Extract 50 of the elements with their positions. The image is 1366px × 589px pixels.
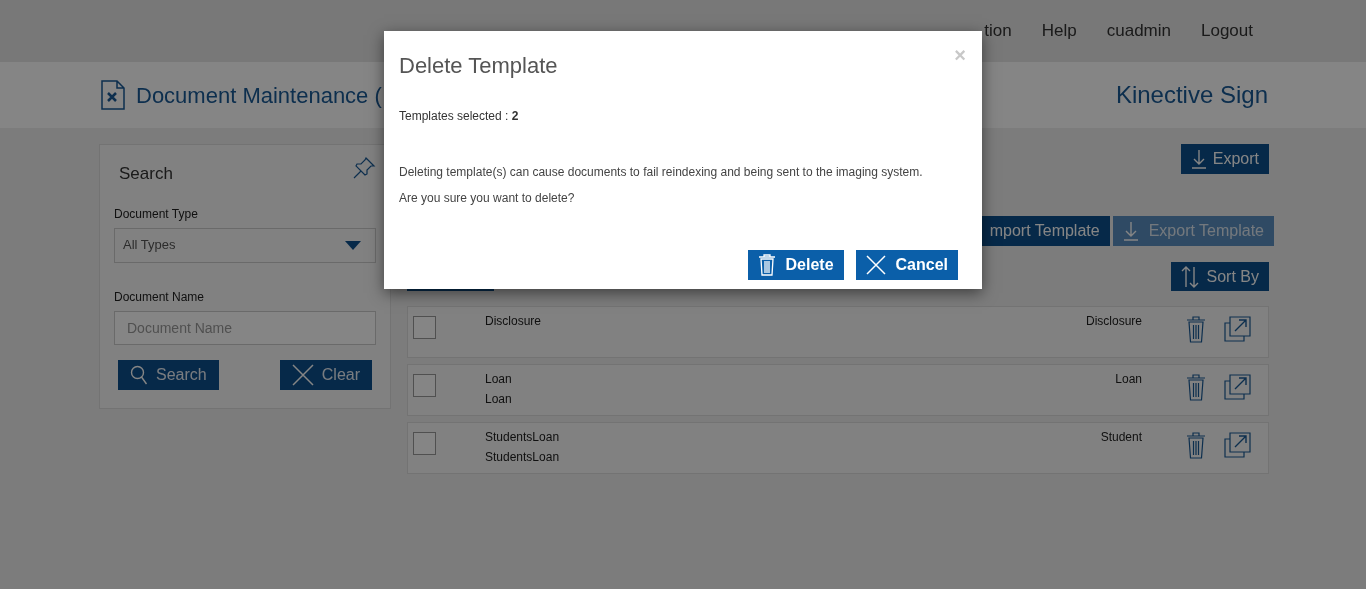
close-icon bbox=[865, 255, 886, 275]
page-title: Document Maintenance ( bbox=[136, 81, 382, 110]
external-link-icon[interactable] bbox=[1224, 316, 1251, 342]
dialog-message: Are you sure you want to delete? bbox=[399, 190, 576, 207]
dialog-message: Deleting template(s) can cause documents to fail reindexing and being sent to the imaging system. bbox=[399, 164, 924, 181]
nav-link[interactable]: tion bbox=[984, 18, 1012, 44]
clear-button[interactable]: Clear bbox=[279, 359, 372, 390]
template-type: Student bbox=[1100, 430, 1142, 445]
template-type: Disclosure bbox=[1086, 314, 1142, 329]
field-label: Document Type bbox=[114, 205, 199, 223]
dialog-title: Delete Template bbox=[399, 52, 558, 80]
search-button[interactable]: Search bbox=[118, 359, 219, 390]
template-name: Disclosure bbox=[485, 314, 542, 329]
checkbox[interactable] bbox=[413, 432, 436, 455]
cancel-button[interactable]: Cancel bbox=[855, 250, 958, 280]
template-row[interactable]: Disclosure Disclosure bbox=[407, 306, 1269, 358]
brand-name: Kinective Sign bbox=[1115, 80, 1268, 110]
caret-icon bbox=[345, 240, 361, 250]
template-row[interactable]: Loan Loan Loan bbox=[407, 364, 1269, 416]
pin-icon[interactable] bbox=[352, 156, 376, 180]
template-type: Loan bbox=[1115, 372, 1142, 387]
export-button[interactable]: Export bbox=[1180, 144, 1269, 174]
external-link-icon[interactable] bbox=[1224, 374, 1251, 400]
selection-count: Templates selected : 2 bbox=[399, 108, 520, 125]
trash-icon[interactable] bbox=[1186, 432, 1206, 459]
checkbox[interactable] bbox=[413, 374, 436, 397]
template-name: StudentsLoan bbox=[485, 450, 561, 465]
checkbox[interactable] bbox=[413, 316, 436, 339]
trash-icon bbox=[757, 254, 776, 276]
template-row[interactable]: StudentsLoan StudentsLoan Student bbox=[407, 422, 1269, 474]
search-icon bbox=[130, 364, 148, 385]
template-name: Loan bbox=[485, 392, 513, 407]
panel-title: Search bbox=[119, 163, 173, 185]
sort-button[interactable]: Sort By bbox=[1170, 262, 1269, 291]
sort-icon bbox=[1180, 265, 1199, 288]
document-icon bbox=[100, 80, 126, 110]
nav-link[interactable]: Logout bbox=[1201, 18, 1253, 44]
field-label: Document Name bbox=[114, 288, 206, 306]
external-link-icon[interactable] bbox=[1224, 432, 1251, 458]
document-type-dropdown[interactable]: All Types bbox=[114, 227, 376, 263]
close-icon bbox=[291, 363, 314, 386]
nav-link[interactable]: cuadmin bbox=[1106, 18, 1171, 44]
template-name: Loan bbox=[485, 372, 513, 387]
trash-icon[interactable] bbox=[1186, 374, 1206, 401]
download-icon bbox=[1190, 149, 1207, 169]
template-name: StudentsLoan bbox=[485, 430, 561, 445]
nav-link[interactable]: Help bbox=[1041, 18, 1077, 44]
delete-button[interactable]: Delete bbox=[747, 250, 844, 280]
trash-icon[interactable] bbox=[1186, 316, 1206, 343]
download-icon bbox=[1122, 221, 1139, 241]
